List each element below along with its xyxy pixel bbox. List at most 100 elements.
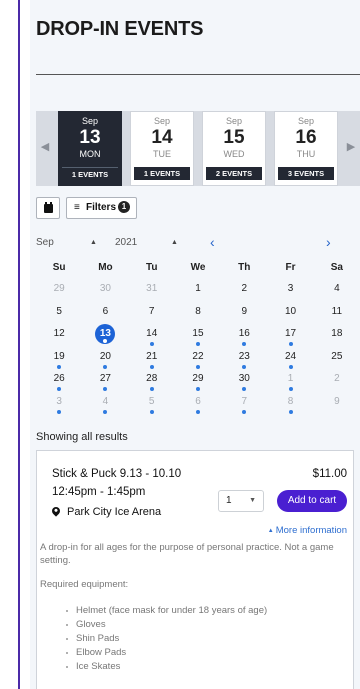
calendar-day-number: 18	[327, 324, 347, 344]
calendar-day[interactable]: 17	[267, 323, 313, 347]
filters-label: Filters	[86, 202, 117, 213]
calendar-day[interactable]: 12	[36, 323, 82, 346]
calendar-day-number: 20	[95, 347, 115, 369]
carousel-next-icon[interactable]: ▶	[345, 139, 357, 155]
calendar-day-label: 17	[284, 328, 297, 340]
day-card-2[interactable]: Sep 15 WED 2 EVENTS	[202, 111, 266, 186]
calendar-day-label: 29	[53, 283, 65, 295]
calendar-day[interactable]: 11	[314, 301, 360, 324]
day-card-month: Sep	[153, 116, 170, 126]
calendar-day[interactable]: 7	[221, 391, 267, 414]
year-select-caret-icon: ▲︎	[171, 239, 178, 246]
calendar-day-label: 30	[238, 373, 250, 385]
calendar-day[interactable]: 14	[129, 323, 175, 347]
calendar-day[interactable]: 5	[36, 301, 82, 324]
day-card-day: 13	[79, 127, 101, 148]
calendar-day[interactable]: 26	[36, 368, 82, 392]
calendar-day[interactable]: 9	[221, 301, 267, 324]
calendar-day[interactable]: 7	[129, 301, 175, 324]
title-divider	[36, 74, 360, 75]
more-information-link[interactable]: ▲ More information	[268, 525, 347, 536]
day-card-day: 15	[223, 127, 245, 148]
equipment-item: Shin Pads	[66, 632, 267, 646]
calendar-day-label: 31	[146, 283, 158, 295]
calendar-day[interactable]: 3	[267, 278, 313, 301]
calendar-day[interactable]: 19	[36, 346, 82, 369]
event-card: Stick & Puck 9.13 - 10.10 $11.00 12:45pm…	[36, 450, 354, 689]
event-dot-icon	[149, 409, 154, 414]
calendar-day[interactable]: 4	[314, 278, 360, 301]
calendar-day[interactable]: 29	[36, 278, 82, 301]
calendar-week: 29 30 31 1 2 3 4	[36, 278, 360, 301]
event-dot-icon	[103, 409, 108, 414]
calendar-day[interactable]: 1	[175, 278, 221, 301]
quantity-value: 1	[226, 495, 232, 506]
calendar-day[interactable]: 24	[267, 346, 313, 369]
calendar-day[interactable]: 29	[175, 368, 221, 392]
next-month-icon[interactable]: ›	[326, 234, 331, 250]
day-card-month: Sep	[225, 116, 242, 126]
calendar-day-number: 5	[142, 392, 162, 414]
calendar-day[interactable]: 31	[129, 278, 175, 301]
calendar-day[interactable]: 15	[175, 323, 221, 347]
calendar-toggle-button[interactable]	[36, 197, 60, 219]
calendar-day-label: 8	[195, 305, 201, 317]
calendar-day-number: 21	[142, 347, 162, 369]
day-card-3[interactable]: Sep 16 THU 3 EVENTS	[274, 111, 338, 186]
chevron-down-icon: ▼	[249, 497, 256, 504]
add-to-cart-button[interactable]: Add to cart	[277, 490, 347, 512]
carousel-prev-icon[interactable]: ◀	[39, 139, 51, 155]
calendar-day[interactable]: 30	[82, 278, 128, 301]
calendar-day[interactable]: 23	[221, 346, 267, 369]
calendar-day[interactable]: 2	[221, 278, 267, 301]
calendar-day[interactable]: 27	[82, 368, 128, 392]
calendar-day[interactable]: 13	[82, 323, 128, 346]
calendar-day[interactable]: 5	[129, 391, 175, 414]
calendar-day[interactable]: 18	[314, 323, 360, 346]
calendar-day-label: 12	[53, 328, 65, 340]
calendar-day[interactable]: 22	[175, 346, 221, 369]
filters-button[interactable]: ≡ Filters 1	[66, 197, 137, 219]
calendar-day[interactable]: 1	[267, 368, 313, 392]
calendar-day-label: 3	[56, 395, 62, 407]
month-select-caret-icon: ▲︎	[90, 239, 97, 246]
calendar-day-number: 6	[188, 392, 208, 414]
calendar-day[interactable]: 4	[82, 391, 128, 414]
prev-month-icon[interactable]: ‹	[210, 234, 215, 250]
calendar-day[interactable]: 8	[267, 391, 313, 414]
calendar-week: 19 20 21 22 23 24 25	[36, 346, 360, 369]
calendar-day[interactable]: 20	[82, 346, 128, 369]
event-location: Park City Ice Arena	[50, 505, 161, 518]
calendar-day[interactable]: 28	[129, 368, 175, 392]
weekday-header: Su Mo Tu We Th Fr Sa	[36, 256, 360, 278]
calendar-day[interactable]: 25	[314, 346, 360, 369]
month-select[interactable]: Sep ▲︎	[36, 236, 98, 250]
calendar-day[interactable]: 6	[82, 301, 128, 324]
event-description: A drop-in for all ages for the purpose o…	[40, 542, 334, 566]
day-card-0[interactable]: Sep 13 MON 1 EVENTS	[58, 111, 122, 186]
calendar-day-label: 20	[99, 350, 111, 362]
event-price: $11.00	[312, 468, 347, 480]
equipment-list: Helmet (face mask for under 18 years of …	[66, 604, 267, 674]
calendar-day-number: 15	[188, 324, 208, 347]
event-dot-icon	[103, 339, 108, 344]
day-card-month: Sep	[297, 116, 314, 126]
calendar-day[interactable]: 16	[221, 323, 267, 347]
calendar-day[interactable]: 8	[175, 301, 221, 324]
quantity-select[interactable]: 1 ▼	[218, 490, 264, 512]
year-select[interactable]: 2021 ▲︎	[115, 236, 178, 250]
calendar-day[interactable]: 30	[221, 368, 267, 392]
day-card-day: 14	[151, 127, 173, 148]
calendar-day-number: 26	[49, 369, 69, 392]
calendar-day[interactable]: 3	[36, 391, 82, 414]
calendar-day[interactable]: 9	[314, 391, 360, 414]
calendar-day[interactable]: 10	[267, 301, 313, 324]
calendar-day[interactable]: 6	[175, 391, 221, 414]
calendar-day[interactable]: 2	[314, 368, 360, 391]
calendar-day-number: 23	[234, 347, 254, 369]
day-card-1[interactable]: Sep 14 TUE 1 EVENTS	[130, 111, 194, 186]
calendar-week: 5 6 7 8 9 10 11	[36, 301, 360, 324]
calendar-day[interactable]: 21	[129, 346, 175, 369]
calendar-day-number: 4	[95, 392, 115, 414]
calendar-day-number: 3	[281, 279, 301, 299]
